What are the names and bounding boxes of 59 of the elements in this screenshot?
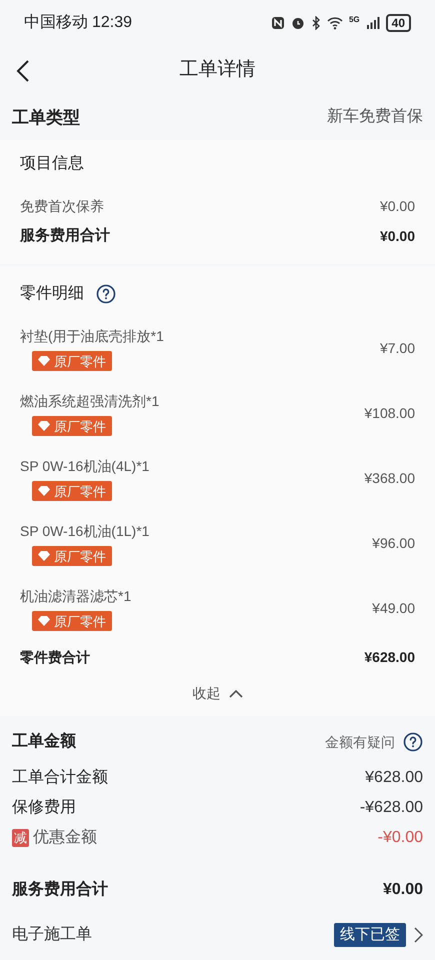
section-title: 工单类型 xyxy=(12,106,80,129)
amount-question-link[interactable]: 金额有疑问 xyxy=(325,732,395,753)
row-label: 服务费用合计 xyxy=(20,226,110,246)
collapse-button[interactable]: 收起 xyxy=(192,683,242,704)
original-part-tag: 原厂零件 xyxy=(32,611,112,632)
part-price: ¥49.00 xyxy=(372,599,415,618)
part-name: 燃油系统超强清洗剂*1 xyxy=(20,392,160,412)
diamond-icon xyxy=(38,421,50,432)
order-type-value: 新车免费首保 xyxy=(327,106,423,128)
amount-value: ¥628.00 xyxy=(365,768,423,788)
service-total-label: 服务费用合计 xyxy=(12,880,108,900)
help-icon[interactable] xyxy=(96,284,116,304)
amount-label: 保修费用 xyxy=(12,798,76,818)
e-order-label: 电子施工单 xyxy=(12,924,92,946)
parts-total-value: ¥628.00 xyxy=(364,648,415,667)
original-part-tag: 原厂零件 xyxy=(32,416,112,436)
carrier-name: 中国移动 xyxy=(24,12,88,33)
alarm-icon xyxy=(290,16,305,30)
part-price: ¥96.00 xyxy=(372,534,415,554)
diamond-icon xyxy=(38,551,50,562)
amount-label: 工单合计金额 xyxy=(12,768,108,788)
page-title: 工单详情 xyxy=(180,58,256,82)
status-tag: 线下已签 xyxy=(334,923,406,948)
service-total-value: ¥0.00 xyxy=(382,880,423,900)
part-name: SP 0W-16机油(4L)*1 xyxy=(20,457,150,476)
back-icon xyxy=(16,59,30,84)
row-label: 免费首次保养 xyxy=(20,197,104,216)
network-type: 5G xyxy=(348,16,360,24)
discount-badge: 减 xyxy=(12,829,29,848)
section-title: 零件明细 xyxy=(20,284,84,304)
amount-value: -¥0.00 xyxy=(378,828,423,848)
diamond-icon xyxy=(38,356,50,366)
part-price: ¥7.00 xyxy=(380,339,415,358)
chevron-right-icon[interactable] xyxy=(414,927,423,944)
amount-value: -¥628.00 xyxy=(360,798,423,818)
diamond-icon xyxy=(38,616,50,626)
part-price: ¥368.00 xyxy=(364,469,415,488)
part-name: SP 0W-16机油(1L)*1 xyxy=(20,522,150,542)
row-value: ¥0.00 xyxy=(380,197,415,216)
nfc-icon xyxy=(270,16,285,30)
part-price: ¥108.00 xyxy=(364,404,415,424)
bluetooth-icon xyxy=(310,16,321,30)
part-name: 机油滤清器滤芯*1 xyxy=(20,587,132,606)
parts-total-label: 零件费合计 xyxy=(20,648,90,667)
original-part-tag: 原厂零件 xyxy=(32,351,112,372)
help-icon[interactable] xyxy=(403,732,423,752)
signal-icon xyxy=(366,16,380,30)
diamond-icon xyxy=(38,486,50,496)
part-name: 衬垫(用于油底壳排放*1 xyxy=(20,327,164,346)
battery-level: 40 xyxy=(386,14,411,32)
row-value: ¥0.00 xyxy=(380,226,415,246)
clock-time: 12:39 xyxy=(92,12,132,33)
original-part-tag: 原厂零件 xyxy=(32,546,112,566)
amount-label: 优惠金额 xyxy=(33,828,97,848)
section-title: 项目信息 xyxy=(20,154,85,174)
original-part-tag: 原厂零件 xyxy=(32,481,112,502)
section-title: 工单金额 xyxy=(12,731,76,752)
wifi-icon xyxy=(326,16,343,30)
back-button[interactable] xyxy=(16,59,30,84)
